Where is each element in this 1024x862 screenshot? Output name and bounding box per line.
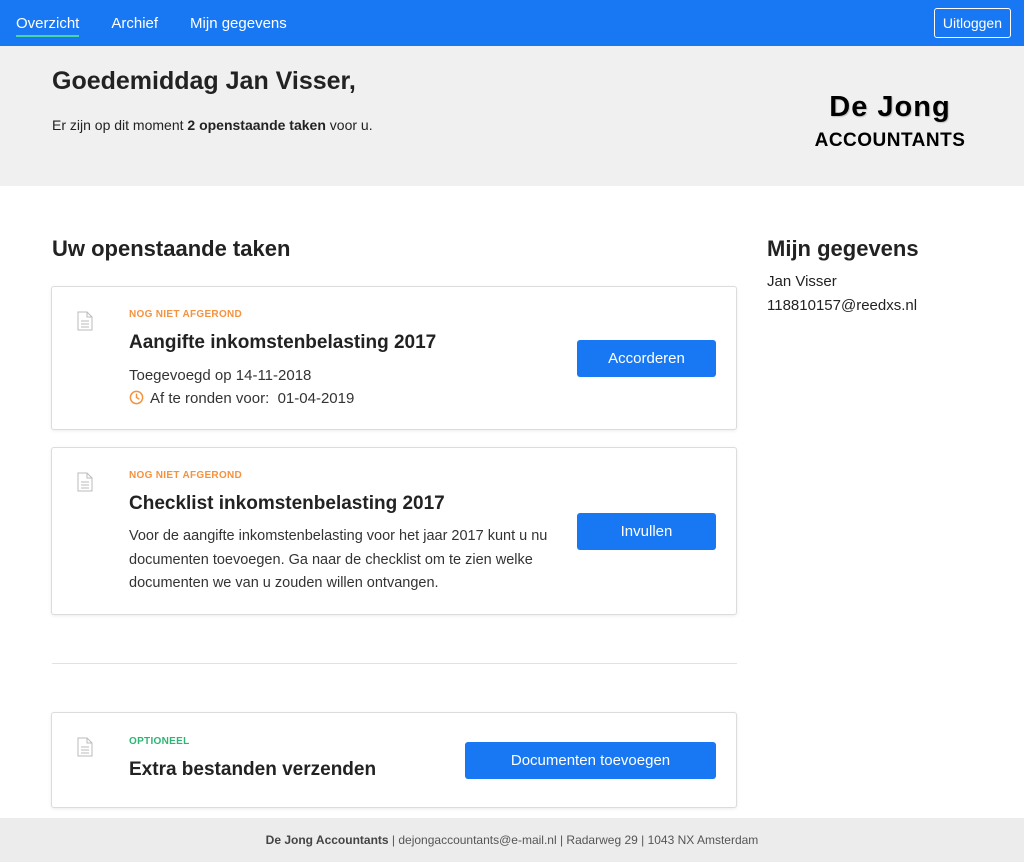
task-card-checklist: NOG NIET AFGEROND Checklist inkomstenbel…: [51, 447, 737, 615]
clock-icon: [129, 390, 144, 405]
task-description: Voor de aangifte inkomstenbelasting voor…: [129, 528, 548, 591]
task-deadline: Af te ronden voor: 01-04-2019: [129, 390, 354, 407]
documenten-toevoegen-button[interactable]: Documenten toevoegen: [465, 742, 716, 779]
invullen-button[interactable]: Invullen: [577, 513, 716, 550]
accorderen-button[interactable]: Accorderen: [577, 340, 716, 377]
page-footer: De Jong Accountants | dejongaccountants@…: [0, 818, 1024, 862]
task-title: Aangifte inkomstenbelasting 2017: [129, 332, 437, 353]
logo-subtitle: ACCOUNTANTS: [814, 130, 966, 151]
document-icon: [77, 472, 93, 492]
deadline-label: Af te ronden voor:: [150, 390, 270, 407]
company-logo: De Jong ACCOUNTANTS: [790, 90, 990, 152]
logo-name: De Jong: [829, 91, 951, 123]
logout-button[interactable]: Uitloggen: [933, 8, 1011, 38]
deadline-date: 01-04-2019: [277, 390, 355, 407]
profile-section-title: Mijn gegevens: [767, 236, 919, 261]
nav-item-overzicht[interactable]: Overzicht: [16, 0, 80, 46]
task-title: Checklist inkomstenbelasting 2017: [129, 493, 445, 514]
summary-count: 2 openstaande taken: [187, 117, 326, 133]
task-card-aangifte: NOG NIET AFGEROND Aangifte inkomstenbela…: [51, 286, 737, 430]
optional-title: Extra bestanden verzenden: [129, 759, 377, 780]
optional-badge: OPTIONEEL: [129, 736, 190, 747]
document-icon: [77, 737, 93, 757]
top-navbar: Overzicht Archief Mijn gegevens Uitlogge…: [0, 0, 1024, 46]
footer-company: De Jong Accountants: [265, 833, 389, 847]
nav-item-mijn-gegevens[interactable]: Mijn gegevens: [190, 0, 287, 46]
document-icon: [77, 311, 93, 331]
open-tasks-summary: Er zijn op dit moment 2 openstaande take…: [52, 117, 373, 133]
optional-card: OPTIONEEL Extra bestanden verzenden Docu…: [51, 712, 737, 808]
welcome-banner: Goedemiddag Jan Visser, Er zijn op dit m…: [0, 46, 1024, 186]
status-badge: NOG NIET AFGEROND: [129, 470, 243, 481]
summary-prefix: Er zijn op dit moment: [52, 117, 188, 133]
greeting-heading: Goedemiddag Jan Visser,: [52, 67, 356, 95]
profile-name: Jan Visser: [767, 273, 837, 290]
footer-contact: | dejongaccountants@e-mail.nl | Radarweg…: [388, 833, 759, 847]
section-divider: [52, 663, 737, 664]
status-badge: NOG NIET AFGEROND: [129, 309, 243, 320]
profile-email: 118810157@reedxs.nl: [767, 297, 918, 314]
tasks-section-title: Uw openstaande taken: [52, 236, 291, 261]
nav-item-archief[interactable]: Archief: [111, 0, 158, 46]
summary-suffix: voor u.: [325, 117, 373, 133]
task-added-date: Toegevoegd op 14-11-2018: [129, 367, 312, 384]
